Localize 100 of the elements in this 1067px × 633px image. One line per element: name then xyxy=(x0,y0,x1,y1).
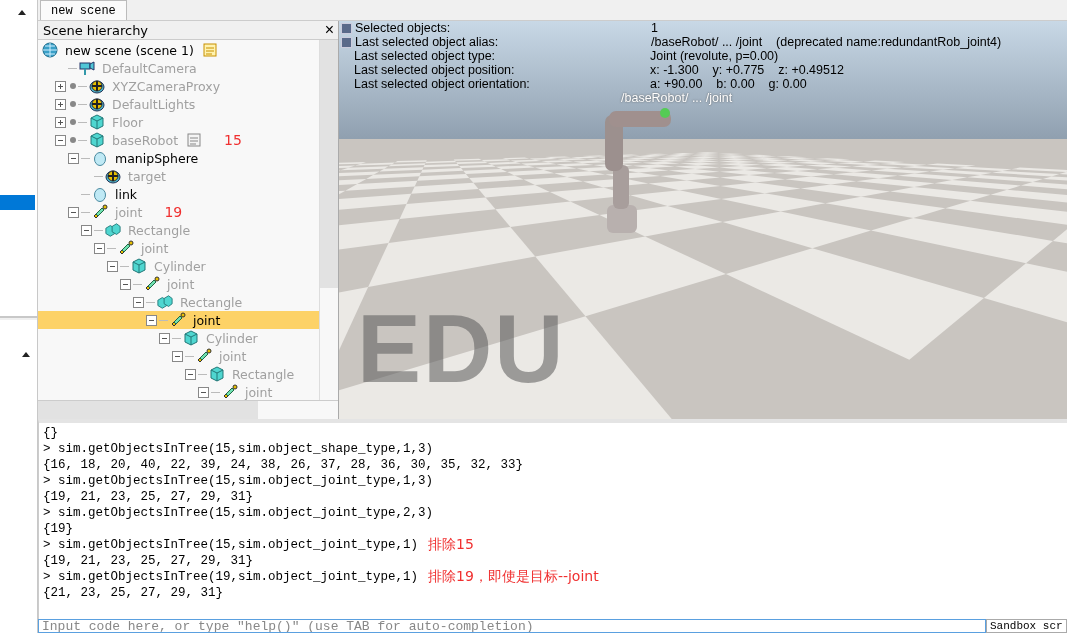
object-label: /baseRobot/ ... /joint xyxy=(621,91,733,105)
collapse-toggle-icon[interactable] xyxy=(172,350,183,362)
tree-item-label: target xyxy=(128,168,166,184)
tree-item-label: manipSphere xyxy=(115,150,199,166)
console-line: > sim.getObjectsInTree(15,sim.object_joint_type,2,3) xyxy=(43,506,434,520)
info-label: Last selected object alias: xyxy=(355,35,500,49)
egg-icon xyxy=(92,186,108,202)
dummy-icon xyxy=(105,168,121,184)
collapse-toggle-icon[interactable] xyxy=(159,332,170,344)
collapse-toggle-icon[interactable] xyxy=(94,242,105,254)
info-label: Last selected object orientation: xyxy=(354,77,531,91)
info-value: a: +90.00 b: 0.00 g: 0.00 xyxy=(650,77,807,91)
scrollbar[interactable] xyxy=(319,40,338,400)
console-line: > sim.getObjectsInTree(19,sim.object_joint_type,1) xyxy=(43,570,419,584)
annotation-text: 排除15 xyxy=(428,536,474,554)
tree-item-label: joint xyxy=(193,312,221,328)
collapse-toggle-icon[interactable] xyxy=(68,152,79,164)
expand-toggle-icon[interactable] xyxy=(55,80,66,92)
collapse-toggle-icon[interactable] xyxy=(55,134,66,146)
joint-icon xyxy=(118,240,134,256)
joint-icon xyxy=(92,204,108,220)
tree-row[interactable]: new scene (scene 1) xyxy=(38,41,319,59)
script-selector[interactable]: Sandbox scr xyxy=(986,619,1067,633)
tree-row[interactable]: Rectangle xyxy=(38,365,319,383)
tree-item-label: joint xyxy=(115,204,143,220)
camera-icon xyxy=(79,60,95,76)
cubes-icon xyxy=(157,294,173,310)
tree-row[interactable]: joint xyxy=(38,275,319,293)
tree-row[interactable]: Cylinder xyxy=(38,329,319,347)
scroll-up-arrow-icon[interactable] xyxy=(18,10,26,15)
collapse-toggle-icon[interactable] xyxy=(198,386,209,398)
tree-item-label: Rectangle xyxy=(180,294,243,310)
scene-tab[interactable]: new scene xyxy=(40,0,127,20)
code-input-field[interactable]: Input code here, or type "help()" (use TAB for auto-completion) xyxy=(38,619,986,633)
collapse-toggle-icon[interactable] xyxy=(81,224,92,236)
close-button[interactable]: × xyxy=(320,22,338,38)
collapse-toggle-icon[interactable] xyxy=(133,296,144,308)
globe-icon xyxy=(42,42,58,58)
tree-item-label: joint xyxy=(219,348,247,364)
tree-row[interactable]: Rectangle xyxy=(38,293,319,311)
tree-row[interactable]: link xyxy=(38,185,319,203)
expand-toggle-icon[interactable] xyxy=(55,116,66,128)
tree-item-label: Rectangle xyxy=(232,366,295,382)
cube-icon xyxy=(209,366,225,382)
tree-row[interactable]: XYZCameraProxy xyxy=(38,77,319,95)
tree-item-label: Floor xyxy=(112,114,144,130)
toggle-square-icon[interactable] xyxy=(341,22,352,34)
tree-item-label: Cylinder xyxy=(206,330,258,346)
collapse-toggle-icon[interactable] xyxy=(107,260,118,272)
tree-item-label: joint xyxy=(141,240,169,256)
collapse-toggle-icon[interactable] xyxy=(185,368,196,380)
tree-row[interactable]: manipSphere xyxy=(38,149,319,167)
tree-item-label: joint xyxy=(167,276,195,292)
scroll-up-arrow-icon[interactable] xyxy=(22,352,30,357)
tree-row[interactable]: joint xyxy=(38,311,319,329)
tree-row[interactable]: joint xyxy=(38,383,319,400)
info-value: x: -1.300 y: +0.775 z: +0.49512 xyxy=(650,63,844,77)
console-line: {19} xyxy=(43,522,73,536)
cube-icon xyxy=(131,258,147,274)
dummy-icon xyxy=(89,96,105,112)
tree-row[interactable]: joint 19 xyxy=(38,203,319,221)
info-label: Last selected object position: xyxy=(354,63,516,77)
tree-item-label: new scene (scene 1) xyxy=(65,42,194,58)
dummy-icon xyxy=(89,78,105,94)
joint-icon xyxy=(222,384,238,400)
info-label: Selected objects: xyxy=(355,21,452,35)
console-line: {19, 21, 23, 25, 27, 29, 31} xyxy=(43,554,254,568)
toggle-square-icon[interactable] xyxy=(341,36,352,48)
tree-row[interactable]: baseRobot 15 xyxy=(38,131,319,149)
info-value: /baseRobot/ ... /joint (deprecated name:redundantRob_joint4) xyxy=(651,35,1002,49)
tree-item-label: XYZCameraProxy xyxy=(112,78,221,94)
tree-row[interactable]: Cylinder xyxy=(38,257,319,275)
selected-row-highlight xyxy=(0,195,35,210)
cubes-icon xyxy=(105,222,121,238)
console-line: {21, 23, 25, 27, 29, 31} xyxy=(43,586,224,600)
tree-item-label: joint xyxy=(245,384,273,400)
joint-icon xyxy=(170,312,186,328)
tree-row[interactable]: Rectangle xyxy=(38,221,319,239)
tree-item-label: Rectangle xyxy=(128,222,191,238)
console-line: > sim.getObjectsInTree(15,sim.object_shape_type,1,3) xyxy=(43,442,434,456)
console-line: > sim.getObjectsInTree(15,sim.object_joint_type,1) xyxy=(43,538,419,552)
tree-row[interactable]: DefaultLights xyxy=(38,95,319,113)
cube-icon xyxy=(89,132,105,148)
tree-row[interactable]: DefaultCamera xyxy=(38,59,319,77)
tree-row[interactable]: Floor xyxy=(38,113,319,131)
expand-toggle-icon[interactable] xyxy=(55,98,66,110)
collapse-toggle-icon[interactable] xyxy=(120,278,131,290)
annotation-text: 15 xyxy=(224,132,242,148)
cube-icon xyxy=(183,330,199,346)
collapse-toggle-icon[interactable] xyxy=(146,314,157,326)
annotation-text: 排除19，即使是目标--joint xyxy=(428,568,599,586)
tree-row[interactable]: joint xyxy=(38,347,319,365)
tree-item-label: DefaultCamera xyxy=(102,60,197,76)
scrollbar[interactable] xyxy=(38,400,338,419)
tree-row[interactable]: joint xyxy=(38,239,319,257)
collapse-toggle-icon[interactable] xyxy=(68,206,79,218)
joint-icon xyxy=(144,276,160,292)
egg-icon xyxy=(92,150,108,166)
tree-row[interactable]: target xyxy=(38,167,319,185)
console-line: {19, 21, 23, 25, 27, 29, 31} xyxy=(43,490,254,504)
